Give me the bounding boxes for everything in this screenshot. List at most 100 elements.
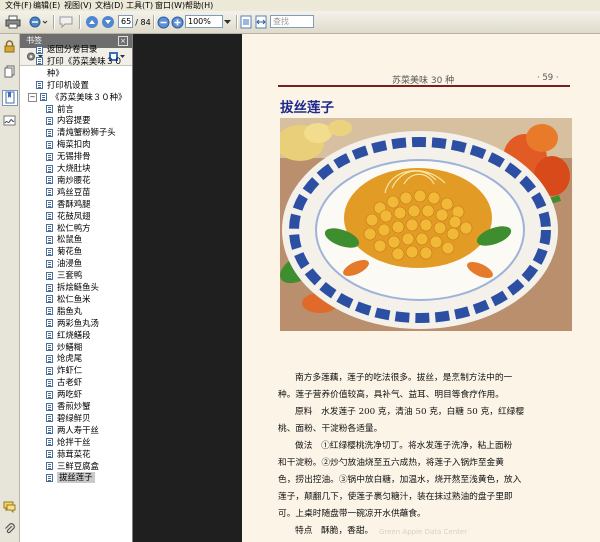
bookmark-item[interactable]: 拔丝莲子 — [46, 472, 95, 484]
previous-page-icon[interactable] — [84, 14, 99, 30]
bookmarks-panel: 书签 × 返回分卷目录 打印《苏菜美味３０ 种》 打印机设置 − 《苏菜美味３０种》 前言内… — [20, 34, 133, 542]
menu-tools[interactable]: 工具(T) — [126, 1, 153, 10]
bookmark-item[interactable]: 内容提要 — [46, 115, 91, 126]
bookmark-label: 香酥鸡腿 — [57, 198, 91, 209]
menu-edit[interactable]: 编辑(E) — [33, 1, 60, 10]
bookmark-item[interactable]: 菊花鱼 — [46, 246, 82, 257]
bookmark-label: 鸡丝豆苗 — [57, 186, 91, 197]
bookmark-item[interactable]: 油浸鱼 — [46, 258, 82, 269]
bookmark-item[interactable]: 古老虾 — [46, 377, 82, 388]
bookmark-item[interactable]: 大烧肚块 — [46, 163, 91, 174]
document-page: 苏菜美味 30 种 · 59 · 拔丝莲子 南方多莲藕，莲子的吃法很多。拔丝，是… — [242, 34, 600, 542]
next-page-icon[interactable] — [100, 14, 115, 30]
bookmark-item[interactable]: 无锡排骨 — [46, 151, 91, 162]
bookmark-item[interactable]: 两人寿干丝 — [46, 425, 99, 436]
bookmark-icon — [46, 235, 53, 244]
bookmark-item[interactable]: 清炖蟹粉狮子头 — [46, 127, 116, 138]
bookmark-item[interactable]: 炸虾仁 — [46, 365, 82, 376]
comment-icon[interactable] — [57, 14, 75, 30]
menu-help[interactable]: 帮助(H) — [185, 1, 213, 10]
page-number-input[interactable]: 65 — [118, 15, 133, 28]
bookmark-item[interactable]: 香酥鸡腿 — [46, 199, 91, 210]
close-icon[interactable]: × — [118, 36, 128, 46]
print-icon[interactable] — [4, 14, 22, 30]
bookmark-icon — [46, 295, 53, 304]
menu-bar: 文件(F) 编辑(E) 视图(V) 文档(D) 工具(T) 窗口(W) 帮助(H… — [0, 0, 600, 11]
menu-window[interactable]: 窗口(W) — [155, 1, 185, 10]
bookmark-icon — [46, 176, 53, 185]
bookmark-item[interactable]: 炝拌干丝 — [46, 437, 91, 448]
bookmark-item[interactable]: 三套鸭 — [46, 270, 82, 281]
bookmark-label: 松仁鸭方 — [57, 222, 91, 233]
bookmark-label: 南炒腰花 — [57, 174, 91, 185]
attachments-icon[interactable] — [3, 522, 16, 535]
bookmark-item[interactable]: 松仁鱼米 — [46, 294, 91, 305]
collapse-icon[interactable]: − — [28, 92, 37, 102]
bookmark-item[interactable]: 香煎炒蟹 — [46, 401, 91, 412]
bookmark-icon — [46, 105, 53, 113]
bookmark-label: 三套鸭 — [57, 270, 83, 281]
menu-view[interactable]: 视图(V) — [64, 1, 92, 10]
bookmark-icon — [46, 247, 53, 256]
bookmark-item[interactable]: 蒜茸菜花 — [46, 449, 91, 460]
bookmark-item[interactable]: − 《苏菜美味３０种》 — [28, 92, 126, 103]
bookmark-item[interactable]: 两吃虾 — [46, 389, 82, 400]
bookmark-icon — [46, 366, 53, 375]
collaborate-icon[interactable] — [27, 14, 49, 30]
toolbar: 65 / 84 100% 查找 — [0, 11, 600, 34]
bookmark-item[interactable]: 炝虎尾 — [46, 353, 82, 364]
bookmark-icon — [46, 462, 53, 470]
bookmark-item[interactable]: 南炒腰花 — [46, 175, 91, 186]
bookmark-icon — [46, 200, 53, 209]
bookmark-item[interactable]: 三鲜豆腐盒 — [46, 461, 99, 472]
bookmark-item[interactable]: 炒鳝糊 — [46, 342, 82, 353]
document-gutter — [133, 34, 242, 542]
bookmark-icon — [46, 307, 53, 316]
navigation-tool-strip — [0, 34, 20, 542]
bookmark-item[interactable]: 碧绿鲜贝 — [46, 413, 91, 424]
bookmark-label-continuation[interactable]: 种》 — [47, 68, 64, 79]
bookmark-item[interactable]: 两彩鱼丸汤 — [46, 318, 99, 329]
bookmark-icon — [46, 354, 53, 363]
bookmark-icon — [46, 450, 53, 459]
bookmark-label: 打印《苏菜美味３０ — [47, 55, 123, 66]
find-input[interactable]: 查找 — [270, 15, 314, 28]
bookmark-item[interactable]: 松鼠鱼 — [46, 234, 82, 245]
bookmark-icon — [46, 438, 53, 447]
zoom-out-icon[interactable] — [156, 14, 170, 30]
bookmarks-icon[interactable] — [2, 90, 18, 106]
zoom-in-icon[interactable] — [170, 14, 184, 30]
bookmark-label: 种》 — [47, 67, 64, 78]
bookmark-item[interactable]: 前言 — [46, 104, 74, 115]
bookmark-icon — [36, 81, 43, 90]
body-line: 种。莲子营养价值较高，具补气、益耳、明目等食疗作用。 — [278, 390, 504, 400]
bookmark-item[interactable]: 打印《苏菜美味３０ — [36, 56, 122, 67]
pages-icon[interactable] — [3, 65, 16, 78]
bookmark-label: 打印机设置 — [47, 79, 89, 90]
bookmark-item[interactable]: 梅菜扣肉 — [46, 139, 91, 150]
menu-document[interactable]: 文档(D) — [95, 1, 123, 10]
bookmark-item[interactable]: 鸡丝豆苗 — [46, 187, 91, 198]
bookmark-icon — [36, 45, 43, 54]
bookmark-label: 松鼠鱼 — [57, 234, 83, 245]
comments-icon[interactable] — [3, 500, 16, 514]
bookmark-item[interactable]: 花鼓凤翅 — [46, 211, 91, 222]
signatures-icon[interactable] — [3, 114, 16, 127]
bookmark-item[interactable]: 拆烩鲢鱼头 — [46, 282, 99, 293]
chevron-down-icon[interactable] — [223, 14, 231, 30]
bookmark-icon — [46, 283, 53, 292]
bookmark-label: 大烧肚块 — [57, 163, 91, 173]
lock-icon[interactable] — [3, 40, 16, 53]
bookmark-item[interactable]: 红烧鳝段 — [46, 330, 91, 341]
bookmark-label: 炝拌干丝 — [57, 436, 91, 447]
bookmark-item[interactable]: 打印机设置 — [36, 80, 89, 91]
menu-file[interactable]: 文件(F) — [5, 1, 32, 10]
fit-width-icon[interactable] — [254, 14, 268, 30]
bookmark-item[interactable]: 返回分卷目录 — [36, 44, 97, 55]
zoom-select[interactable]: 100% — [185, 15, 223, 28]
fit-page-icon[interactable] — [239, 14, 253, 30]
bookmark-label: 无锡排骨 — [57, 151, 91, 162]
bookmark-item[interactable]: 松仁鸭方 — [46, 223, 91, 234]
bookmark-item[interactable]: 脂鱼丸 — [46, 306, 82, 317]
body-line: 原料 水发莲子 200 克，清油 50 克，白糖 50 克，红绿樱 — [295, 407, 525, 417]
